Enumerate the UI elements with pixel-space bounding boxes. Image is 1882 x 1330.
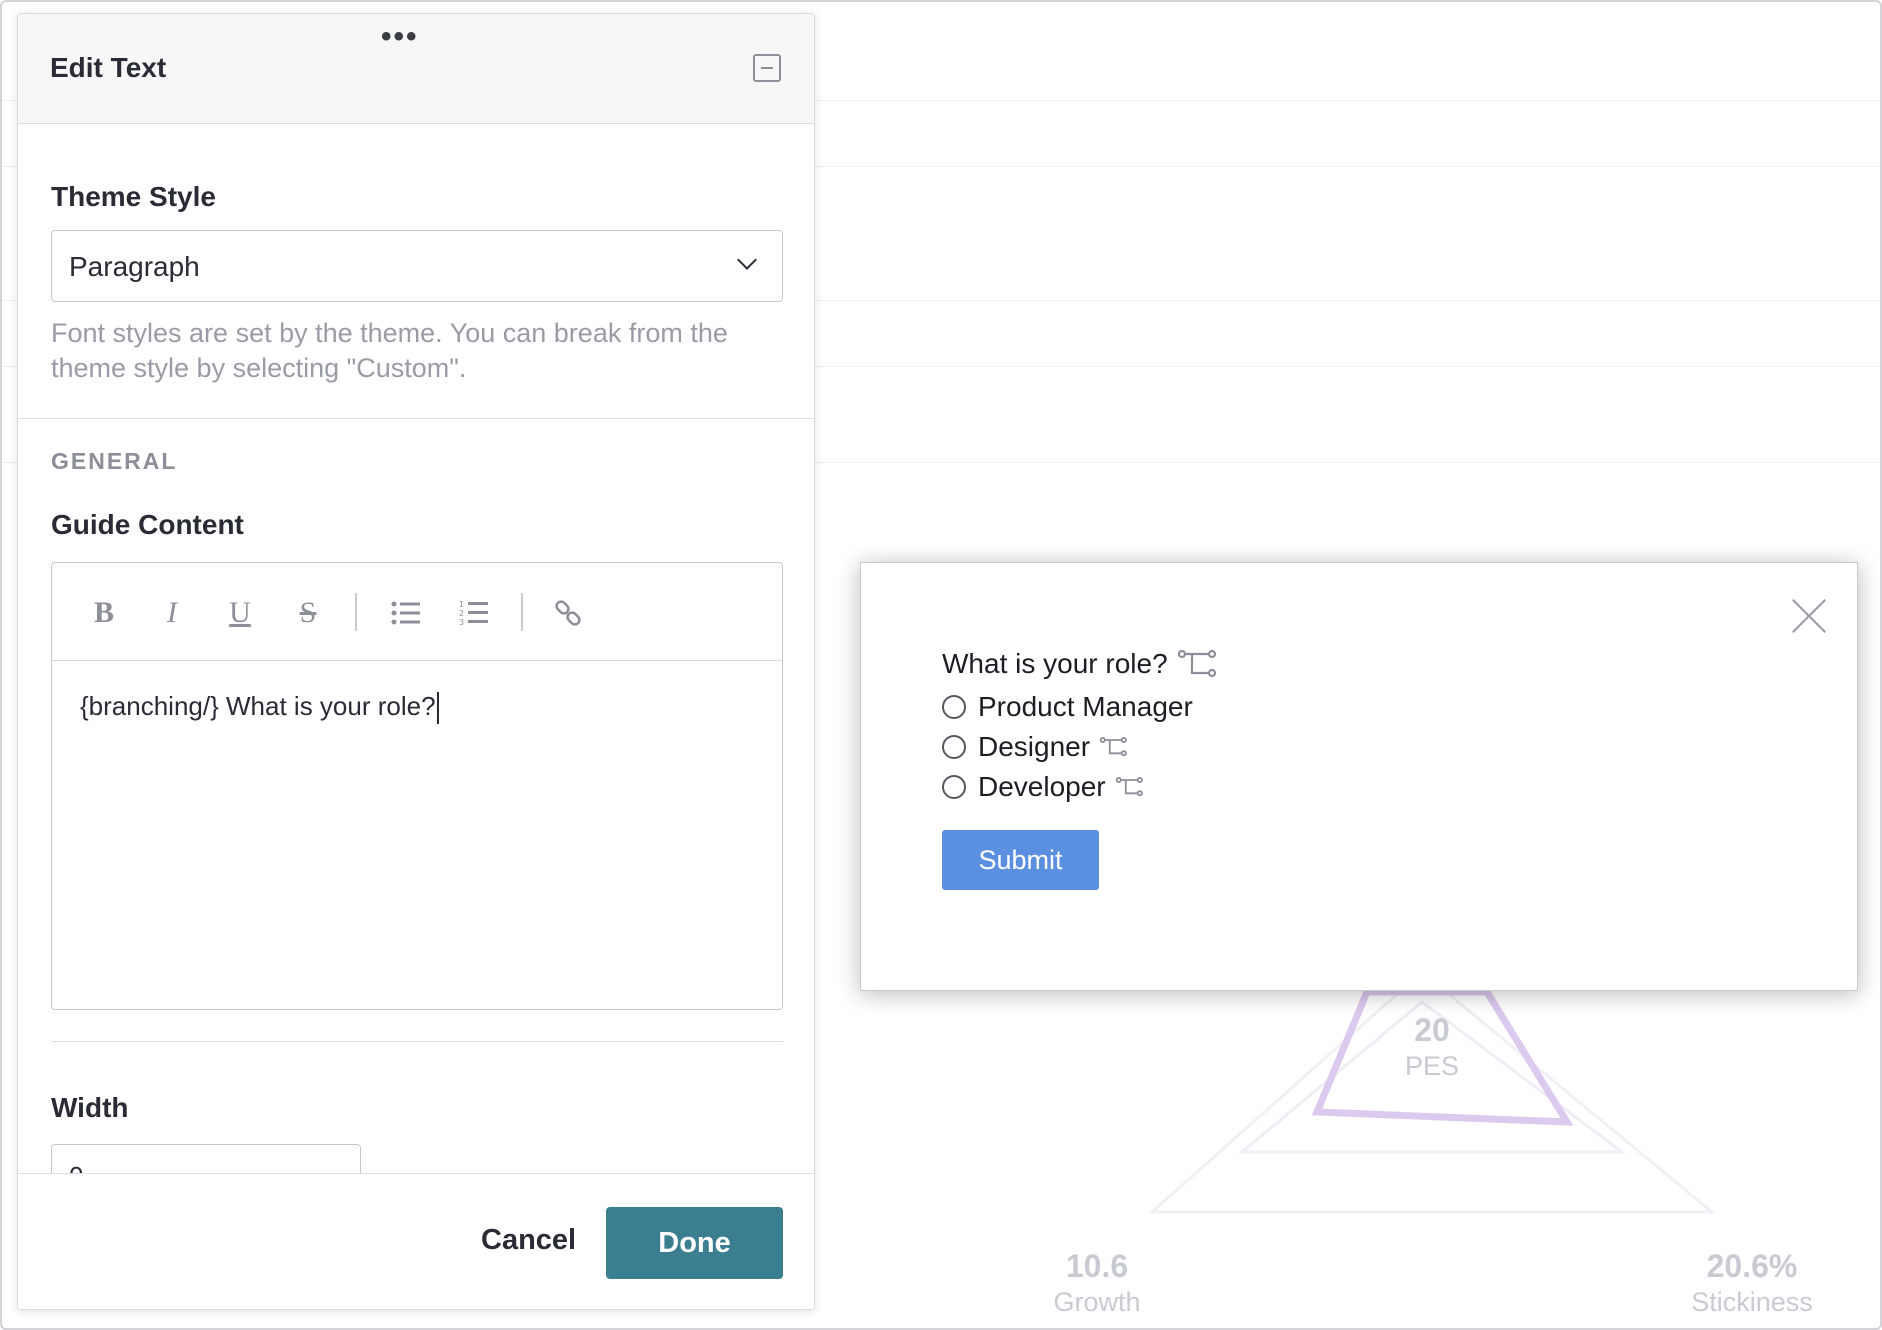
submit-button[interactable]: Submit [942, 830, 1099, 890]
theme-style-section: Theme Style Paragraph Font styles are se… [18, 124, 814, 419]
bulleted-list-icon[interactable] [386, 593, 426, 633]
branching-icon [1115, 776, 1143, 797]
radio-button[interactable] [942, 695, 966, 719]
edit-text-panel: ••• Edit Text Theme Style Paragraph Font… [17, 13, 815, 1310]
theme-style-value: Paragraph [69, 251, 200, 282]
toolbar-separator [521, 593, 523, 631]
option-developer[interactable]: Developer [942, 771, 1144, 803]
theme-style-select[interactable]: Paragraph [51, 230, 783, 302]
theme-style-label: Theme Style [51, 181, 216, 212]
italic-icon[interactable]: I [152, 593, 192, 633]
option-label: Developer [978, 771, 1106, 802]
done-button[interactable]: Done [606, 1207, 783, 1279]
link-glyph [555, 600, 581, 626]
bold-icon[interactable]: B [84, 593, 124, 633]
numbered-list-glyph: 1 2 3 [459, 600, 488, 627]
minimize-icon[interactable] [753, 54, 781, 82]
link-icon[interactable] [548, 593, 588, 633]
guide-content-label: Guide Content [51, 509, 244, 540]
metric-growth: 10.6 Growth [1032, 1248, 1162, 1318]
cancel-button[interactable]: Cancel [481, 1224, 576, 1257]
option-label: Product Manager [978, 691, 1193, 722]
metric-stickiness: 20.6% Stickiness [1677, 1248, 1827, 1318]
drag-handle-icon[interactable]: ••• [381, 22, 419, 52]
option-product-manager[interactable]: Product Manager [942, 691, 1193, 723]
editor-text-value: {branching/} What is your role? [80, 691, 436, 721]
close-icon[interactable] [1790, 597, 1830, 637]
metric-label: PES [1404, 1051, 1460, 1081]
svg-text:3: 3 [459, 618, 464, 627]
metric-value: 20.6% [1706, 1248, 1798, 1284]
text-caret [436, 692, 439, 725]
pes-triangle-chart [1148, 970, 1717, 1214]
guide-preview: What is your role? Product Manager Desig… [860, 562, 1858, 991]
metric-value: 20 [1414, 1012, 1450, 1048]
underline-icon[interactable]: U [220, 593, 260, 633]
bulleted-list-glyph [391, 601, 420, 625]
panel-footer: Cancel Done [18, 1173, 814, 1309]
strikethrough-icon[interactable]: S [288, 593, 328, 633]
app-frame: 20 PES 10.6 Growth 20.6% Stickiness ••• … [0, 0, 1882, 1330]
metric-label: Stickiness [1691, 1287, 1813, 1317]
radio-button[interactable] [942, 775, 966, 799]
metric-value: 10.6 [1065, 1248, 1129, 1284]
numbered-list-icon[interactable]: 1 2 3 [454, 593, 494, 633]
editor-text[interactable]: {branching/} What is your role? [80, 691, 439, 725]
metric-label: Growth [1053, 1287, 1141, 1317]
option-label: Designer [978, 731, 1091, 762]
metric-pes: 20 PES [1382, 1012, 1482, 1082]
panel-title: Edit Text [50, 52, 167, 83]
section-general-label: GENERAL [51, 448, 178, 474]
svg-text:1: 1 [459, 600, 464, 609]
branching-icon [1100, 736, 1127, 757]
svg-text:2: 2 [459, 609, 464, 618]
option-designer[interactable]: Designer [942, 731, 1128, 763]
guide-content-editor[interactable]: B I U S 1 2 3 {branching/} What is your … [51, 562, 783, 1010]
width-label: Width [51, 1092, 129, 1123]
section-divider [51, 1041, 783, 1042]
chevron-down-icon [737, 250, 757, 270]
guide-question: What is your role? [942, 648, 1218, 680]
editor-toolbar: B I U S 1 2 3 [52, 563, 782, 661]
branching-icon [1177, 649, 1216, 678]
radio-button[interactable] [942, 735, 966, 759]
guide-question-text: What is your role? [942, 648, 1168, 679]
toolbar-separator [355, 593, 357, 631]
panel-header: ••• Edit Text [18, 14, 814, 124]
theme-style-help: Font styles are set by the theme. You ca… [51, 318, 728, 383]
